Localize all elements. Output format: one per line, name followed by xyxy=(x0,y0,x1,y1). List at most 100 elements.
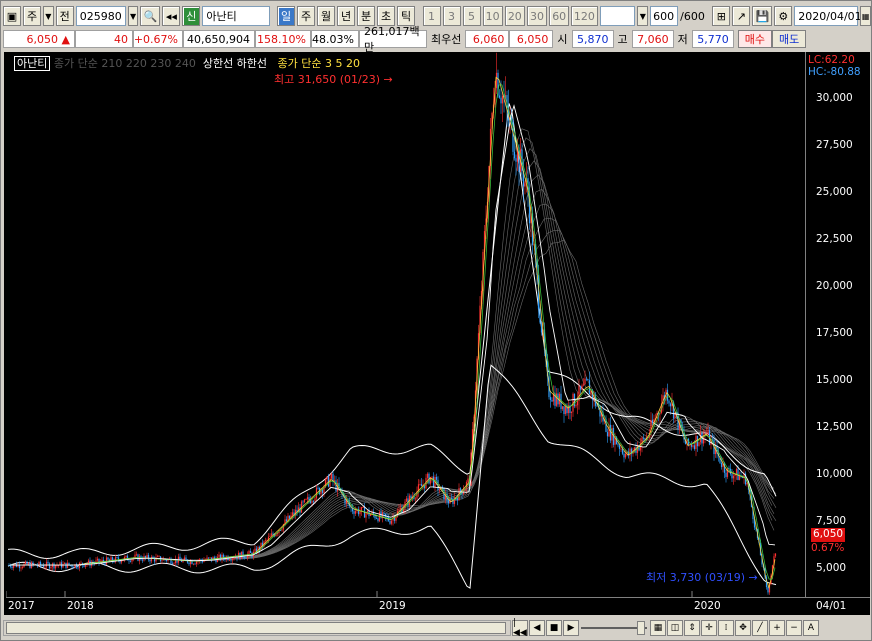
stock-code-dropdown[interactable]: ▼ xyxy=(127,6,139,26)
candle-body xyxy=(141,559,144,561)
y-tick-label: 27,500 xyxy=(816,138,853,151)
candle-body xyxy=(539,308,541,323)
period-week[interactable]: 주 xyxy=(297,6,316,26)
candle-body xyxy=(77,567,79,569)
chart-svg[interactable] xyxy=(5,52,806,597)
candle-body xyxy=(459,488,462,492)
high-price: 7,060 xyxy=(631,30,674,48)
interval-3[interactable]: 3 xyxy=(442,6,461,26)
interval-20[interactable]: 20 xyxy=(504,6,525,26)
quote-bar: 6,050 ▲ 40 +0.67% 40,650,904 158.10% 48.… xyxy=(3,25,871,54)
market-type-dropdown[interactable]: ▼ xyxy=(43,6,54,26)
candle-body xyxy=(579,385,582,390)
speaker-icon[interactable]: ◂◂ xyxy=(162,6,181,26)
trade-amount: 261,017백만 xyxy=(359,25,427,54)
candle-body xyxy=(606,432,609,437)
prev-button[interactable]: 전 xyxy=(55,6,74,26)
period-day[interactable]: 일 xyxy=(277,6,296,26)
candle-body xyxy=(303,499,306,503)
price-chart[interactable]: 아난티 종가 단순 210 220 230 240 상한선 하한선 종가 단순 … xyxy=(4,52,870,615)
period-month[interactable]: 월 xyxy=(317,6,336,26)
draw-icon[interactable]: ↗ xyxy=(732,6,751,26)
search-icon[interactable]: 🔍 xyxy=(140,6,161,26)
candle-body xyxy=(183,557,186,560)
ma-long-line xyxy=(221,239,775,560)
zoom-in-button[interactable]: + xyxy=(769,620,785,636)
custom-interval-dropdown[interactable]: ▼ xyxy=(637,6,649,26)
x-tick-label: 04/01 xyxy=(816,600,847,612)
volume: 40,650,904 xyxy=(183,30,255,48)
volume-ratio: 158.10% xyxy=(255,30,311,48)
candle-body xyxy=(561,406,564,410)
candle-body xyxy=(720,462,723,467)
buy-button[interactable]: 매수 xyxy=(737,30,772,48)
custom-interval-input[interactable] xyxy=(599,6,636,26)
candle-body xyxy=(26,561,28,565)
interval-120[interactable]: 120 xyxy=(571,6,598,26)
candle-body xyxy=(173,563,175,564)
interval-10[interactable]: 10 xyxy=(482,6,503,26)
candle-body xyxy=(308,497,310,500)
candle-body xyxy=(332,473,334,482)
zoom-slider[interactable] xyxy=(581,620,647,636)
up-down-icon[interactable]: ⇕ xyxy=(684,620,700,636)
candle-body xyxy=(642,437,645,439)
text-tool-button[interactable]: A xyxy=(803,620,819,636)
scroll-thumb[interactable] xyxy=(6,622,506,634)
candle-body xyxy=(84,565,87,567)
interval-30[interactable]: 30 xyxy=(526,6,548,26)
count-input[interactable]: 600 xyxy=(650,6,679,26)
move-icon[interactable]: ✥ xyxy=(735,620,751,636)
candle-body xyxy=(621,448,624,454)
candle-body xyxy=(359,511,361,515)
candle-body xyxy=(375,518,378,520)
sell-button[interactable]: 매도 xyxy=(772,30,807,48)
prev-icon[interactable]: ◀ xyxy=(529,620,545,636)
window-split-icon[interactable]: ◫ xyxy=(667,620,683,636)
candle-body xyxy=(150,556,153,562)
next-icon[interactable]: ▶ xyxy=(563,620,579,636)
bid-price: 6,050 xyxy=(509,30,554,48)
date-input[interactable]: 2020/04/01 xyxy=(794,6,862,26)
save-icon[interactable]: 💾 xyxy=(752,6,773,26)
candle-body xyxy=(135,554,138,556)
candle-body xyxy=(96,558,99,561)
gear-icon[interactable]: ⚙ xyxy=(774,6,793,26)
period-year[interactable]: 년 xyxy=(337,6,356,26)
crosshair-icon[interactable]: ✛ xyxy=(701,620,717,636)
zoom-out-button[interactable]: − xyxy=(786,620,802,636)
legend-limits: 상한선 하한선 xyxy=(202,57,268,70)
window-icon[interactable]: ▣ xyxy=(3,6,21,26)
candle-body xyxy=(698,442,700,447)
y-tick-label: 5,000 xyxy=(816,561,847,574)
candle-body xyxy=(45,561,48,567)
indicator-icon[interactable]: ⊞ xyxy=(712,6,731,26)
candle-body xyxy=(125,555,127,558)
candle-body xyxy=(395,516,397,521)
candle-body xyxy=(582,384,585,386)
period-icon[interactable]: ⁞ xyxy=(718,620,734,636)
candle-body xyxy=(12,565,15,568)
grid-icon[interactable]: ▦ xyxy=(650,620,666,636)
stock-code-input[interactable]: 025980 xyxy=(75,6,126,26)
low-label: 저 xyxy=(677,33,688,46)
interval-1[interactable]: 1 xyxy=(422,6,441,26)
candle-body xyxy=(596,405,598,407)
candle-body xyxy=(564,406,567,415)
candle-body xyxy=(435,476,438,480)
calendar-icon[interactable]: ▦ xyxy=(860,6,871,26)
ma-short-line xyxy=(10,104,776,566)
stop-icon[interactable]: ■ xyxy=(546,620,562,636)
slider-knob[interactable] xyxy=(637,621,645,635)
market-type-button[interactable]: 주 xyxy=(23,6,41,26)
candle-body xyxy=(80,562,82,564)
line-icon[interactable]: ╱ xyxy=(752,620,768,636)
candle-body xyxy=(83,565,85,567)
plot-area[interactable]: 아난티 종가 단순 210 220 230 240 상한선 하한선 종가 단순 … xyxy=(5,52,806,597)
interval-60[interactable]: 60 xyxy=(549,6,570,26)
candle-body xyxy=(21,567,24,568)
horizontal-scrollbar[interactable] xyxy=(3,620,511,636)
interval-5[interactable]: 5 xyxy=(462,6,481,26)
candle-body xyxy=(326,476,328,480)
first-page-icon[interactable]: |◀◀ xyxy=(512,618,528,638)
